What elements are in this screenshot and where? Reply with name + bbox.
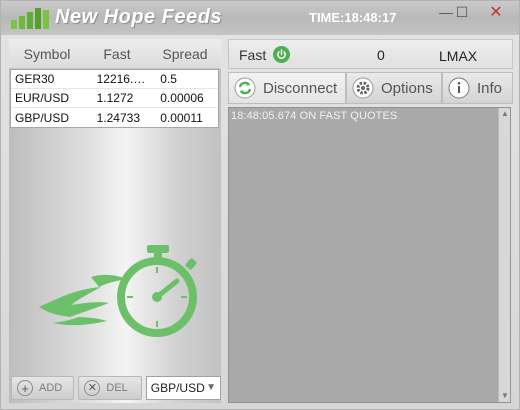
refresh-icon bbox=[233, 76, 257, 100]
maximize-button[interactable]: ☐ bbox=[449, 2, 475, 22]
symbol-cell: EUR/USD bbox=[15, 91, 70, 105]
fast-cell: 1.24733 bbox=[96, 110, 140, 125]
options-button[interactable]: Options bbox=[346, 72, 442, 104]
spread-cell: 0.5 bbox=[160, 72, 177, 86]
add-symbol-button[interactable]: + ADD bbox=[11, 376, 75, 400]
column-header-spread[interactable]: Spread bbox=[149, 46, 221, 62]
log-scrollbar[interactable]: ▲ ▼ bbox=[498, 108, 510, 402]
info-icon bbox=[447, 76, 471, 100]
feed-provider-name: LMAX bbox=[439, 48, 478, 64]
add-label: ADD bbox=[39, 382, 63, 394]
symbols-panel: Symbol Fast Spread GER30 12216.… 0.5 EUR… bbox=[9, 39, 221, 403]
column-header-symbol[interactable]: Symbol bbox=[9, 46, 85, 62]
table-row[interactable]: GBP/USD 1.24733 0.00011 bbox=[11, 108, 218, 127]
spread-cell: 0.00006 bbox=[160, 91, 204, 105]
close-button[interactable]: ✕ bbox=[475, 2, 517, 22]
info-button[interactable]: Info bbox=[442, 72, 513, 104]
gear-icon bbox=[351, 76, 375, 100]
app-window: New Hope Feeds TIME:18:48:17 — ☐ ✕ Symbo… bbox=[0, 0, 520, 410]
symbol-cell: GER30 bbox=[15, 72, 55, 86]
app-title: New Hope Feeds bbox=[55, 6, 223, 28]
options-label: Options bbox=[381, 79, 433, 97]
fast-cell: 1.1272 bbox=[96, 91, 134, 105]
symbol-actions-bar: + ADD ✕ DEL GBP/USD ▼ bbox=[9, 375, 221, 401]
close-circle-icon: ✕ bbox=[84, 380, 101, 396]
symbol-select-value: GBP/USD bbox=[150, 381, 205, 395]
info-label: Info bbox=[477, 79, 503, 97]
quote-count: 0 bbox=[377, 47, 385, 63]
table-header: Symbol Fast Spread bbox=[9, 39, 221, 69]
delete-symbol-button[interactable]: ✕ DEL bbox=[78, 376, 142, 400]
disconnect-button[interactable]: Disconnect bbox=[228, 72, 346, 104]
chevron-down-icon: ▼ bbox=[206, 382, 216, 393]
fast-cell: 12216.… bbox=[96, 72, 146, 86]
disconnect-label: Disconnect bbox=[263, 79, 338, 97]
title-bar[interactable]: New Hope Feeds TIME:18:48:17 — ☐ ✕ bbox=[1, 1, 519, 35]
toolbar: Disconnect Options Info bbox=[228, 72, 513, 104]
table-row[interactable]: GER30 12216.… 0.5 bbox=[11, 70, 218, 89]
fast-label: Fast bbox=[239, 47, 267, 63]
scroll-down-icon[interactable]: ▼ bbox=[500, 391, 510, 401]
symbols-table: GER30 12216.… 0.5 EUR/USD 1.1272 0.00006… bbox=[10, 69, 219, 128]
log-line: 18:48:05.674 ON FAST QUOTES bbox=[231, 110, 398, 122]
feed-panel: Fast 0 LMAX Disconnect Options Info 18:4… bbox=[228, 39, 513, 403]
feed-status-bar: Fast 0 LMAX bbox=[228, 39, 513, 69]
column-header-fast[interactable]: Fast bbox=[85, 46, 149, 62]
table-row[interactable]: EUR/USD 1.1272 0.00006 bbox=[11, 89, 218, 108]
symbol-cell: GBP/USD bbox=[15, 110, 70, 125]
scroll-up-icon[interactable]: ▲ bbox=[500, 109, 510, 119]
power-icon[interactable] bbox=[273, 46, 290, 63]
clock-time: TIME:18:48:17 bbox=[309, 10, 397, 25]
spread-cell: 0.00011 bbox=[160, 110, 203, 125]
del-label: DEL bbox=[106, 382, 128, 394]
symbol-select[interactable]: GBP/USD ▼ bbox=[145, 376, 221, 400]
bar-chart-logo-icon bbox=[11, 8, 49, 29]
stopwatch-flame-icon bbox=[39, 245, 197, 337]
plus-icon: + bbox=[17, 380, 33, 396]
log-output[interactable]: 18:48:05.674 ON FAST QUOTES ▲ ▼ bbox=[228, 107, 511, 403]
